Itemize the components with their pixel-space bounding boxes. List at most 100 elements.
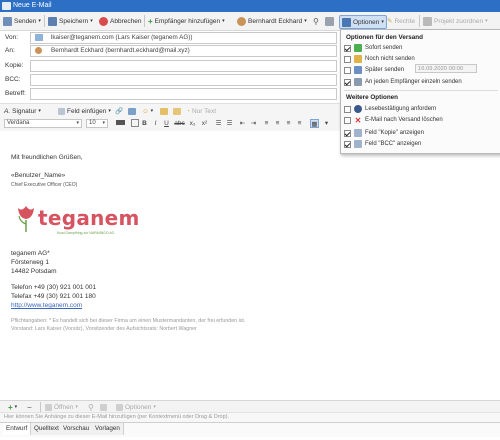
justify-button[interactable]: ≡ xyxy=(295,119,304,128)
superscript-button[interactable]: x² xyxy=(200,119,209,128)
more-format-button[interactable]: ▾ xyxy=(322,119,331,128)
attach-image-button[interactable] xyxy=(173,105,181,117)
send-later-checkbox[interactable] xyxy=(344,66,351,74)
project-icon xyxy=(423,16,432,26)
send-now-option[interactable]: Sofort senden xyxy=(344,43,402,53)
signature-button[interactable]: A. Signatur ▾ xyxy=(4,105,41,117)
subscript-button[interactable]: x₂ xyxy=(188,119,197,128)
show-bcc-option[interactable]: Feld "BCC" anzeigen xyxy=(344,139,421,149)
indent-button[interactable]: ⇥ xyxy=(249,119,258,128)
bullet-list-button[interactable]: ☰ xyxy=(214,119,223,128)
align-left-button[interactable]: ≡ xyxy=(262,119,271,128)
bcc-field[interactable] xyxy=(30,74,337,86)
align-right-icon: ≡ xyxy=(286,120,291,127)
table-button[interactable]: ▦ xyxy=(310,119,319,128)
send-later-option[interactable]: Später senden 16.09.2020 00:00 xyxy=(344,64,494,75)
highlight-icon xyxy=(130,119,139,127)
info-icon xyxy=(354,105,362,113)
image-icon xyxy=(128,107,136,115)
justify-icon: ≡ xyxy=(297,120,302,127)
underline-button[interactable]: U xyxy=(162,119,171,128)
from-label: Von: xyxy=(5,34,19,41)
cc-field[interactable] xyxy=(30,60,337,72)
read-receipt-checkbox[interactable] xyxy=(344,105,351,113)
picture-icon xyxy=(173,107,181,115)
show-cc-checkbox[interactable] xyxy=(344,129,351,137)
tab-preview[interactable]: Vorschau xyxy=(60,423,94,435)
each-recipient-checkbox[interactable] xyxy=(344,78,351,86)
options-button[interactable]: Optionen ▾ xyxy=(339,15,387,29)
dont-send-checkbox[interactable] xyxy=(344,55,351,63)
delete-after-send-option[interactable]: ✕ E-Mail nach Versand löschen xyxy=(344,115,443,125)
cancel-button[interactable]: Abbrechen xyxy=(99,15,141,27)
strikethrough-button[interactable]: abc xyxy=(174,119,185,128)
link-button[interactable]: 🔗 xyxy=(115,105,123,117)
outdent-button[interactable]: ⇤ xyxy=(238,119,247,128)
from-field[interactable]: lkaiser@teganem.com (Lars Kaiser (tegane… xyxy=(30,32,337,44)
read-receipt-option[interactable]: Lesebestätigung anfordern xyxy=(344,104,436,114)
field-icon xyxy=(58,107,65,115)
font-select[interactable]: Verdana ▾ xyxy=(4,119,82,128)
emoji-button[interactable]: ☺ ▾ xyxy=(142,105,153,117)
phone-text: Telefon +49 (30) 921 001 001 xyxy=(11,284,97,291)
logo-tagline: Kuwi Dampfhing zur NARMINGO AG xyxy=(57,231,115,235)
text-only-button[interactable]: ◔ Nur Text xyxy=(186,105,216,117)
numbered-list-icon: ☰ xyxy=(226,120,233,127)
show-cc-option[interactable]: Feld "Kopie" anzeigen xyxy=(344,128,424,138)
to-row: An: Bernhardt Eckhard (bernhardt.eckhard… xyxy=(0,44,337,57)
align-center-button[interactable]: ≡ xyxy=(273,119,282,128)
show-bcc-checkbox[interactable] xyxy=(344,140,351,148)
font-color-button[interactable] xyxy=(113,119,127,128)
insert-field-button[interactable]: Feld einfügen ▾ xyxy=(58,105,111,117)
subject-field[interactable] xyxy=(30,88,337,100)
highlight-button[interactable] xyxy=(130,119,139,128)
minus-icon: − xyxy=(27,402,32,412)
italic-button[interactable]: I xyxy=(151,119,160,128)
folder-icon xyxy=(160,107,168,115)
editor-area[interactable]: Mit freundlichen Grüßen, «Benutzer_Name»… xyxy=(0,131,500,401)
subscript-icon: x₂ xyxy=(189,120,196,127)
logo-wordmark: teganem xyxy=(38,206,140,230)
strikethrough-icon: abc xyxy=(174,120,185,127)
send-now-checkbox[interactable] xyxy=(344,44,351,52)
bold-button[interactable]: B xyxy=(140,119,149,128)
greeting-text: Mit freundlichen Grüßen, xyxy=(11,154,83,161)
tab-draft[interactable]: Entwurf xyxy=(3,423,32,435)
send-later-date[interactable]: 16.09.2020 00:00 xyxy=(415,64,477,73)
dont-send-option[interactable]: Noch nicht senden xyxy=(344,54,415,64)
add-recipient-button[interactable]: + Empfänger hinzufügen ▾ xyxy=(148,15,225,27)
bullet-list-icon: ☰ xyxy=(215,120,222,127)
cc-field-icon xyxy=(354,129,362,137)
numbered-list-button[interactable]: ☰ xyxy=(225,119,234,128)
each-recipient-option[interactable]: An jeden Empfänger einzeln senden xyxy=(344,77,462,87)
send-now-icon xyxy=(354,44,362,52)
tab-source[interactable]: Quelltext xyxy=(31,423,63,435)
search-button[interactable]: ⚲ xyxy=(313,15,319,27)
align-right-button[interactable]: ≡ xyxy=(284,119,293,128)
assign-project-button[interactable]: Projekt zuordnen ▾ xyxy=(423,15,488,27)
user-name-placeholder: «Benutzer_Name» xyxy=(11,172,66,179)
window-title: Neue E-Mail xyxy=(13,2,52,9)
subject-label: Betreff: xyxy=(5,90,26,97)
print-button[interactable] xyxy=(325,15,334,27)
editor-tabs: Entwurf Quelltext Vorschau Vorlagen xyxy=(0,422,500,437)
contact-button[interactable]: Bernhardt Eckhard ▾ xyxy=(237,15,307,27)
bcc-row: BCC: xyxy=(0,73,337,86)
cc-row: Kopie: xyxy=(0,59,337,72)
image-button[interactable] xyxy=(128,105,136,117)
tab-templates[interactable]: Vorlagen xyxy=(92,423,124,435)
delete-after-send-checkbox[interactable] xyxy=(344,116,351,124)
bulb-icon: ◔ xyxy=(186,107,190,115)
more-options-heading: Weitere Optionen xyxy=(346,94,399,101)
fax-text: Telefax +49 (30) 921 001 180 xyxy=(11,293,96,300)
save-button[interactable]: Speichern ▾ xyxy=(48,15,93,27)
person-icon xyxy=(35,47,42,54)
folder-button[interactable] xyxy=(160,105,168,117)
font-size-select[interactable]: 10 ▾ xyxy=(86,119,108,128)
send-button[interactable]: Senden ▾ xyxy=(3,15,41,27)
website-link[interactable]: http://www.teganem.com xyxy=(11,302,82,309)
rights-button[interactable]: ✎ Rechte xyxy=(387,15,415,27)
to-field[interactable]: Bernhardt Eckhard (bernhardt.eckhard@mai… xyxy=(30,45,337,57)
to-label: An: xyxy=(5,47,15,54)
options-icon xyxy=(342,17,351,27)
